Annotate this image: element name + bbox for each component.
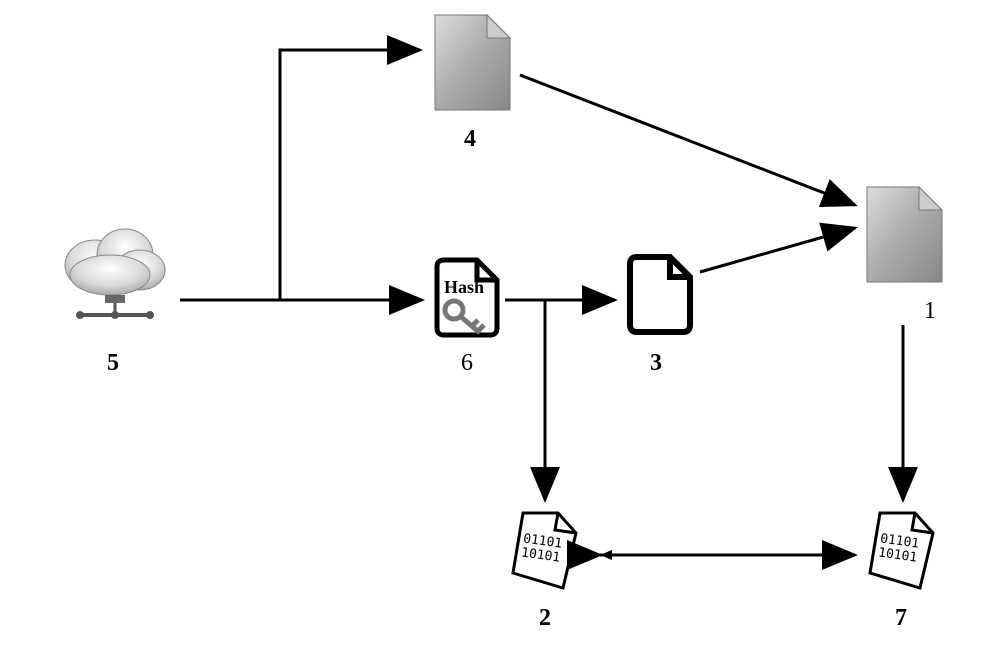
empty-file-node bbox=[625, 252, 695, 342]
arrow-3-to-1 bbox=[700, 228, 855, 272]
hash-key-label: 6 bbox=[461, 350, 473, 377]
arrow-4-to-1 bbox=[520, 75, 855, 205]
file-right-node bbox=[862, 182, 947, 292]
arrow-5-to-4 bbox=[180, 50, 420, 300]
binary-left-label: 2 bbox=[539, 605, 551, 632]
cloud-label: 5 bbox=[107, 350, 119, 377]
empty-file-label: 3 bbox=[650, 350, 662, 377]
file-outline-icon bbox=[625, 252, 695, 337]
file-icon bbox=[430, 10, 515, 115]
file-icon bbox=[862, 182, 947, 287]
file-top-node bbox=[430, 10, 515, 120]
hash-key-node: Hash bbox=[432, 255, 502, 345]
binary-left-node: 01101 10101 bbox=[508, 508, 583, 598]
hash-text: Hash bbox=[444, 277, 484, 298]
cloud-node bbox=[55, 205, 175, 340]
file-right-label: 1 bbox=[924, 298, 936, 325]
file-top-label: 4 bbox=[464, 126, 476, 153]
cloud-icon bbox=[55, 205, 175, 335]
binary-right-label: 7 bbox=[895, 605, 907, 632]
binary-right-node: 01101 10101 bbox=[865, 508, 940, 598]
